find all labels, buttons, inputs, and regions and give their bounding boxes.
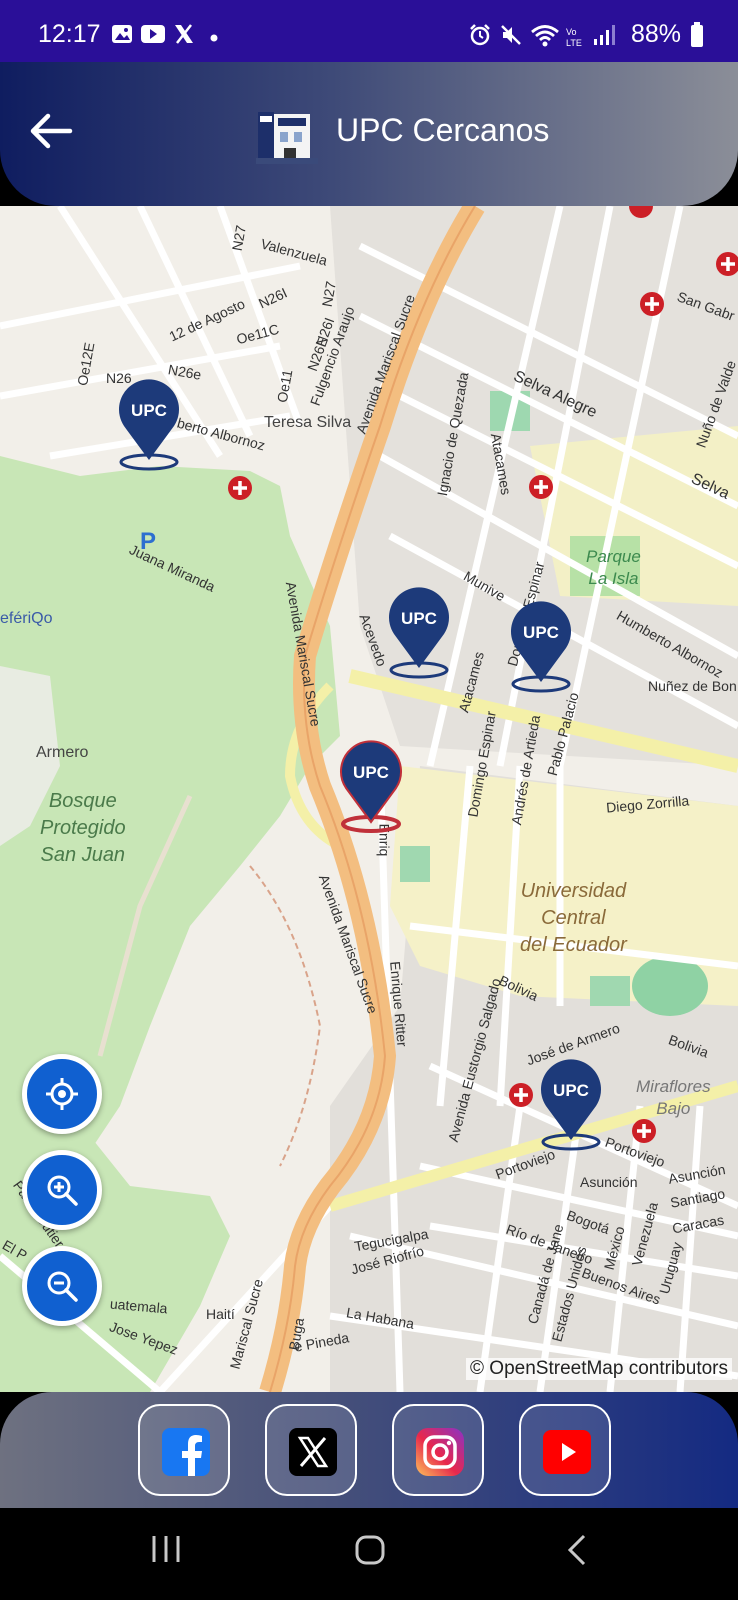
alarm-icon	[470, 24, 490, 46]
label-miraflores: Miraflores Bajo	[636, 1077, 711, 1118]
svg-text:LTE: LTE	[566, 38, 582, 48]
system-nav-bar	[0, 1508, 738, 1600]
street-asuncion: Asunción	[580, 1174, 638, 1190]
upc-marker-label: UPC	[401, 609, 437, 628]
locate-button[interactable]	[22, 1054, 102, 1134]
back-arrow-icon[interactable]	[26, 108, 76, 154]
x-button[interactable]	[265, 1404, 357, 1496]
parking-icon: P	[140, 528, 157, 555]
zoom-out-button[interactable]	[22, 1246, 102, 1326]
x-icon	[289, 1428, 337, 1476]
zoom-out-icon	[47, 1271, 78, 1302]
label-universidad: Universidad Central del Ecuador	[520, 880, 627, 956]
social-footer	[0, 1392, 738, 1508]
map-attribution[interactable]: © OpenStreetMap contributors	[466, 1358, 732, 1380]
youtube-icon	[543, 1430, 591, 1474]
street-haiti: Haití	[206, 1306, 235, 1322]
mute-icon	[501, 25, 521, 45]
page-title: UPC Cercanos	[336, 112, 550, 148]
street-nunez: Nuñez de Bon	[648, 678, 737, 694]
label-teresa-silva: Teresa Silva	[264, 414, 352, 431]
facebook-icon	[162, 1428, 210, 1476]
dot-icon	[210, 34, 218, 42]
home-icon[interactable]	[354, 1534, 386, 1566]
upc-marker[interactable]: UPC	[114, 376, 184, 474]
instagram-icon	[416, 1428, 464, 1476]
upc-marker[interactable]: UPC	[506, 598, 576, 696]
instagram-button[interactable]	[392, 1404, 484, 1496]
battery-icon	[691, 22, 703, 47]
status-bar: 12:17 Vo LTE 88%	[0, 0, 738, 62]
youtube-button[interactable]	[519, 1404, 611, 1496]
upc-building-icon	[256, 112, 318, 164]
upc-marker[interactable]: UPC	[536, 1056, 606, 1154]
locate-target-icon	[46, 1078, 78, 1110]
volte-icon: VoLTE	[566, 27, 582, 48]
label-teleferico: efériQo	[0, 610, 53, 627]
upc-marker-label: UPC	[131, 401, 167, 420]
signal-icon	[594, 25, 615, 45]
svg-text:Vo: Vo	[566, 27, 577, 37]
zoom-in-button[interactable]	[22, 1150, 102, 1230]
gallery-icon	[112, 25, 132, 43]
upc-marker-label: UPC	[353, 763, 389, 782]
back-icon[interactable]	[566, 1534, 588, 1566]
map-view[interactable]: Bosque Protegido San Juan Universidad Centr…	[0, 206, 738, 1392]
app-header: UPC Cercanos	[0, 62, 738, 206]
label-armero: Armero	[36, 744, 89, 761]
label-bosque: Bosque Protegido San Juan	[40, 790, 126, 866]
label-parque-isla: Parque La Isla	[586, 547, 641, 588]
upc-marker-selected[interactable]: UPC	[336, 738, 406, 836]
zoom-in-icon	[47, 1175, 78, 1206]
youtube-icon	[141, 25, 165, 43]
upc-marker[interactable]: UPC	[384, 584, 454, 682]
status-time: 12:17	[38, 20, 101, 48]
facebook-button[interactable]	[138, 1404, 230, 1496]
wifi-icon	[531, 25, 559, 47]
upc-marker-label: UPC	[523, 623, 559, 642]
recents-icon[interactable]	[150, 1534, 182, 1564]
upc-marker-label: UPC	[553, 1081, 589, 1100]
x-icon	[175, 24, 193, 44]
battery-percent: 88%	[631, 20, 682, 48]
